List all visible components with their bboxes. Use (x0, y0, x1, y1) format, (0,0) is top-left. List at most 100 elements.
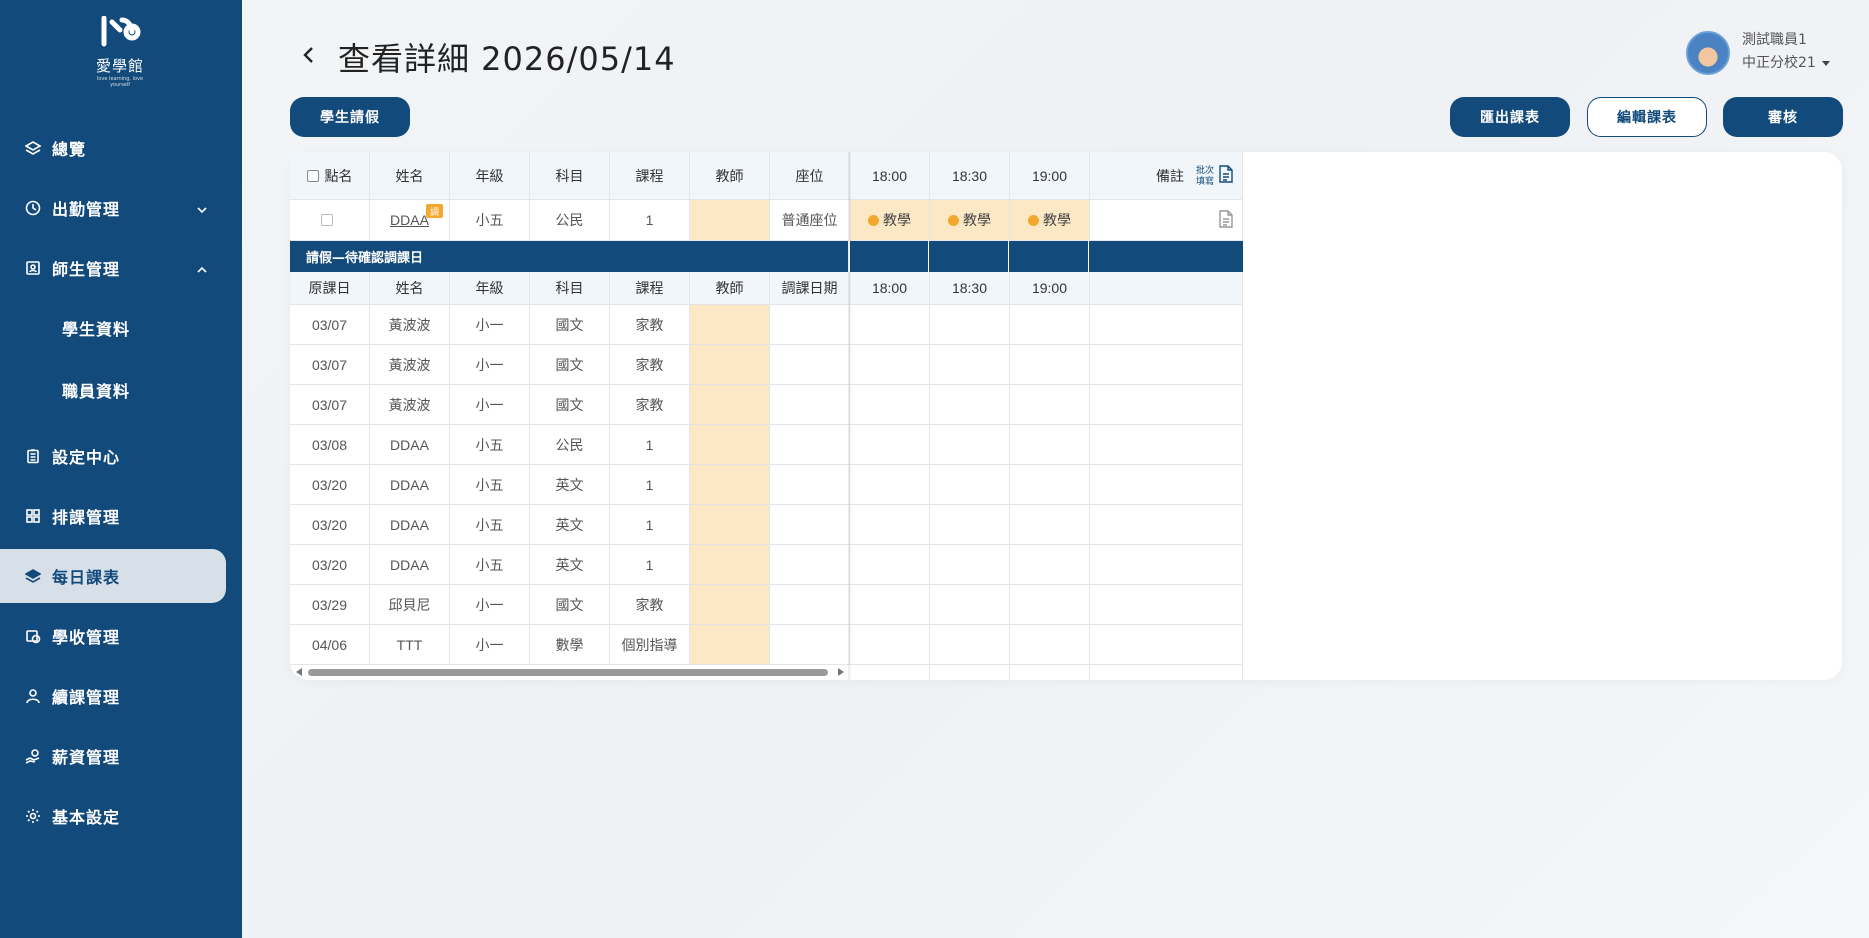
leave-note-cell[interactable] (1090, 425, 1243, 465)
leave-slot-cell[interactable] (930, 305, 1010, 345)
leave-teacher-cell[interactable] (690, 545, 770, 585)
column-header: 18:00 (850, 152, 930, 200)
leave-note-cell[interactable] (1090, 345, 1243, 385)
row-checkbox[interactable] (320, 214, 333, 226)
scroll-thumb[interactable] (308, 669, 828, 676)
leave-slot-cell[interactable] (930, 345, 1010, 385)
leave-note-cell[interactable] (1090, 545, 1243, 585)
back-icon[interactable] (300, 44, 320, 68)
sidebar-item-staff-data[interactable]: 職員資料 (0, 363, 226, 417)
app-logo[interactable]: 愛學館 love learning, love yourself (88, 15, 152, 88)
leave-slot-cell[interactable] (930, 545, 1010, 585)
note-cell[interactable] (1090, 200, 1243, 241)
leave-slot-cell[interactable] (850, 545, 930, 585)
leave-slot-cell[interactable] (850, 305, 930, 345)
reschedule-date-cell[interactable] (770, 545, 850, 585)
leave-column-header: 19:00 (1010, 272, 1090, 305)
horizontal-scrollbar[interactable] (296, 667, 844, 677)
leave-slot-cell[interactable] (930, 625, 1010, 665)
sidebar-item-teachers-students[interactable]: 師生管理 (0, 241, 226, 295)
reschedule-date-cell[interactable] (770, 505, 850, 545)
leave-slot-cell[interactable] (850, 345, 930, 385)
leave-teacher-cell[interactable] (690, 625, 770, 665)
stack-icon (24, 567, 42, 585)
leave-teacher-cell[interactable] (690, 505, 770, 545)
leave-note-cell[interactable] (1090, 465, 1243, 505)
leave-slot-cell[interactable] (930, 505, 1010, 545)
leave-slot-cell[interactable] (1010, 585, 1090, 625)
slot-cell[interactable]: 教學 (850, 200, 930, 241)
leave-slot-cell[interactable] (850, 425, 930, 465)
reschedule-date-cell[interactable] (770, 385, 850, 425)
leave-slot-cell[interactable] (1010, 345, 1090, 385)
sidebar-item-salary[interactable]: 薪資管理 (0, 729, 226, 783)
sidebar-item-renewal[interactable]: 續課管理 (0, 669, 226, 723)
export-schedule-button[interactable]: 匯出課表 (1450, 97, 1570, 137)
student-name-link[interactable]: DDAA 調 (390, 204, 443, 228)
leave-note-cell[interactable] (1090, 505, 1243, 545)
branch-selector[interactable]: 中正分校21 (1742, 50, 1830, 76)
batch-fill-label[interactable]: 批次 填寫 (1196, 165, 1214, 187)
reschedule-date-cell[interactable] (770, 305, 850, 345)
slot-cell[interactable]: 教學 (930, 200, 1010, 241)
leave-name-cell: 黃波波 (370, 305, 450, 345)
leave-slot-cell[interactable] (1010, 385, 1090, 425)
leave-slot-cell[interactable] (1010, 465, 1090, 505)
slot-cell[interactable]: 教學 (1010, 200, 1090, 241)
sidebar-item-basic-settings[interactable]: 基本設定 (0, 789, 226, 843)
leave-slot-cell[interactable] (1010, 505, 1090, 545)
leave-slot-cell[interactable] (930, 425, 1010, 465)
leave-slot-cell[interactable] (1010, 425, 1090, 465)
teacher-cell[interactable] (690, 200, 770, 241)
select-all-checkbox[interactable] (306, 169, 319, 182)
sidebar-item-label: 職員資料 (62, 382, 131, 401)
leave-slot-cell[interactable] (930, 585, 1010, 625)
leave-teacher-cell[interactable] (690, 345, 770, 385)
leave-note-cell[interactable] (1090, 385, 1243, 425)
leave-slot-cell[interactable] (850, 585, 930, 625)
leave-slot-cell[interactable] (850, 385, 930, 425)
leave-slot-cell[interactable] (930, 465, 1010, 505)
sidebar-item-settings-center[interactable]: 設定中心 (0, 429, 226, 483)
leave-teacher-cell[interactable] (690, 385, 770, 425)
leave-slot-cell[interactable] (850, 505, 930, 545)
leave-slot-cell[interactable] (1010, 305, 1090, 345)
sidebar-item-fees[interactable]: 學收管理 (0, 609, 226, 663)
document-icon[interactable] (1218, 165, 1234, 186)
student-leave-button[interactable]: 學生請假 (290, 97, 410, 137)
leave-slot-cell[interactable] (850, 625, 930, 665)
sidebar-item-student-data[interactable]: 學生資料 (0, 301, 226, 355)
leave-slot-cell[interactable] (850, 465, 930, 505)
reschedule-date-cell[interactable] (770, 585, 850, 625)
reschedule-date-cell[interactable] (770, 425, 850, 465)
scroll-right-icon[interactable] (838, 668, 844, 676)
sidebar-item-scheduling[interactable]: 排課管理 (0, 489, 226, 543)
student-name-cell[interactable]: DDAA 調 (370, 200, 450, 241)
reschedule-date-cell[interactable] (770, 345, 850, 385)
review-button[interactable]: 審核 (1723, 97, 1843, 137)
sidebar-item-label: 設定中心 (52, 448, 121, 467)
leave-note-cell[interactable] (1090, 585, 1243, 625)
user-menu[interactable]: 測試職員1 中正分校21 (1686, 30, 1830, 76)
reschedule-date-cell[interactable] (770, 465, 850, 505)
leave-slot-cell[interactable] (1010, 625, 1090, 665)
leave-teacher-cell[interactable] (690, 465, 770, 505)
sidebar-item-overview[interactable]: 總覽 (0, 121, 226, 175)
reschedule-date-cell[interactable] (770, 625, 850, 665)
leave-teacher-cell[interactable] (690, 585, 770, 625)
leave-slot-cell[interactable] (930, 385, 1010, 425)
sidebar-item-label: 基本設定 (52, 808, 121, 827)
leave-note-cell[interactable] (1090, 305, 1243, 345)
row-checkbox-cell[interactable] (290, 200, 370, 241)
sidebar-item-daily-schedule[interactable]: 每日課表 (0, 549, 226, 603)
seat-cell[interactable]: 普通座位 (770, 200, 850, 241)
sidebar-item-attendance[interactable]: 出勤管理 (0, 181, 226, 235)
leave-slot-cell[interactable] (1010, 545, 1090, 585)
edit-schedule-button[interactable]: 編輯課表 (1587, 97, 1707, 137)
leave-teacher-cell[interactable] (690, 305, 770, 345)
column-header: 18:30 (930, 152, 1010, 200)
note-document-icon[interactable] (1218, 209, 1234, 231)
leave-note-cell[interactable] (1090, 625, 1243, 665)
scroll-left-icon[interactable] (296, 668, 302, 676)
leave-teacher-cell[interactable] (690, 425, 770, 465)
